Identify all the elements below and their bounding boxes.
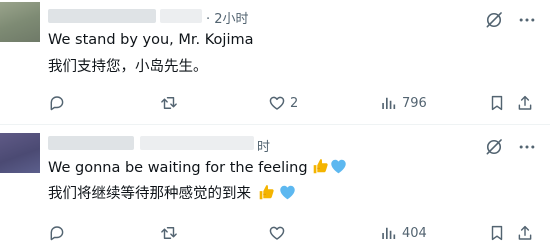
tweet-text-en: We stand by you, Mr. Kojima — [48, 32, 254, 48]
views-icon — [380, 94, 398, 112]
share-button[interactable] — [516, 91, 534, 115]
reply-icon — [48, 224, 66, 242]
views-count: 796 — [402, 95, 427, 111]
views-count: 404 — [402, 225, 427, 241]
tweet-text-zh: 我们支持您，小岛先生。 — [48, 59, 208, 75]
blue-heart-emoji — [330, 158, 347, 175]
blue-heart-emoji — [279, 184, 296, 201]
action-bar: 404 — [0, 221, 550, 245]
tweet-line-zh: 我们将继续等待那种感觉的到来 — [48, 183, 296, 204]
like-button[interactable] — [268, 221, 286, 245]
tweet-1[interactable]: · 2小时 We stand by you, Mr. Kojima 我们支持您，… — [0, 0, 550, 124]
more-icon[interactable] — [516, 10, 538, 30]
bookmark-button[interactable] — [488, 91, 506, 115]
retweet-icon — [160, 224, 178, 242]
tweet-text-en: We gonna be waiting for the feeling — [48, 160, 308, 176]
thumbs-up-emoji — [257, 183, 275, 201]
like-button[interactable]: 2 — [268, 91, 298, 115]
timestamp[interactable]: 时 — [257, 136, 270, 155]
tweet-line-en: We gonna be waiting for the feeling — [48, 157, 347, 178]
tweet-text-zh: 我们将继续等待那种感觉的到来 — [48, 186, 251, 202]
grok-icon[interactable] — [484, 10, 504, 30]
redacted-display-name — [48, 9, 156, 23]
redacted-display-name — [48, 136, 134, 150]
bookmark-icon — [488, 94, 506, 112]
bookmark-button[interactable] — [488, 221, 506, 245]
reply-icon — [48, 94, 66, 112]
retweet-button[interactable] — [160, 221, 178, 245]
redacted-handle — [140, 136, 254, 150]
retweet-icon — [160, 94, 178, 112]
grok-icon[interactable] — [484, 137, 504, 157]
timestamp[interactable]: · 2小时 — [206, 8, 249, 27]
avatar[interactable] — [0, 2, 40, 42]
more-icon[interactable] — [516, 137, 538, 157]
tweet-2[interactable]: 时 We gonna be waiting for the feeling 我们… — [0, 124, 550, 246]
reply-button[interactable] — [48, 221, 66, 245]
reply-button[interactable] — [48, 91, 66, 115]
share-button[interactable] — [516, 221, 534, 245]
views-icon — [380, 224, 398, 242]
share-icon — [516, 94, 534, 112]
share-icon — [516, 224, 534, 242]
views-button[interactable]: 404 — [380, 221, 427, 245]
like-count: 2 — [290, 95, 299, 111]
views-button[interactable]: 796 — [380, 91, 427, 115]
bookmark-icon — [488, 224, 506, 242]
retweet-button[interactable] — [160, 91, 178, 115]
heart-icon — [268, 94, 286, 112]
thumbs-up-emoji — [311, 157, 329, 175]
heart-icon — [268, 224, 286, 242]
avatar[interactable] — [0, 133, 40, 173]
action-bar: 2 796 — [0, 91, 550, 115]
redacted-handle — [160, 9, 202, 23]
